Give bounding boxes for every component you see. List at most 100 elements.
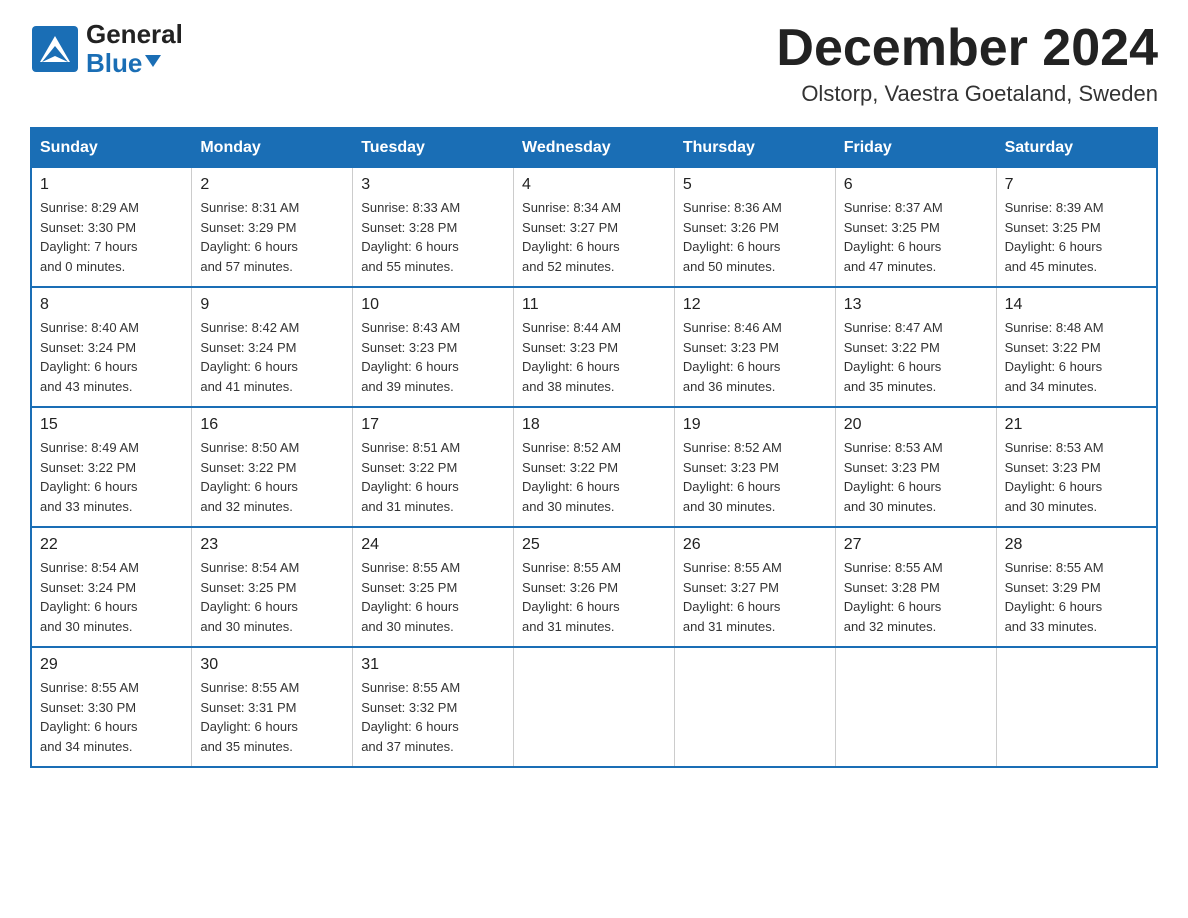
day-number: 14 (1005, 296, 1148, 314)
title-area: December 2024 Olstorp, Vaestra Goetaland… (776, 20, 1158, 107)
day-info: Sunrise: 8:46 AMSunset: 3:23 PMDaylight:… (683, 320, 782, 394)
day-info: Sunrise: 8:37 AMSunset: 3:25 PMDaylight:… (844, 200, 943, 274)
calendar-day-cell: 14 Sunrise: 8:48 AMSunset: 3:22 PMDaylig… (996, 287, 1157, 407)
calendar-day-cell: 13 Sunrise: 8:47 AMSunset: 3:22 PMDaylig… (835, 287, 996, 407)
calendar-header-wednesday: Wednesday (514, 128, 675, 168)
day-info: Sunrise: 8:55 AMSunset: 3:25 PMDaylight:… (361, 560, 460, 634)
day-number: 31 (361, 656, 505, 674)
calendar-day-cell: 18 Sunrise: 8:52 AMSunset: 3:22 PMDaylig… (514, 407, 675, 527)
calendar-day-cell: 21 Sunrise: 8:53 AMSunset: 3:23 PMDaylig… (996, 407, 1157, 527)
day-number: 19 (683, 416, 827, 434)
day-number: 8 (40, 296, 183, 314)
calendar-day-cell: 19 Sunrise: 8:52 AMSunset: 3:23 PMDaylig… (674, 407, 835, 527)
calendar-day-cell: 30 Sunrise: 8:55 AMSunset: 3:31 PMDaylig… (192, 647, 353, 767)
day-info: Sunrise: 8:55 AMSunset: 3:27 PMDaylight:… (683, 560, 782, 634)
day-number: 2 (200, 176, 344, 194)
day-info: Sunrise: 8:44 AMSunset: 3:23 PMDaylight:… (522, 320, 621, 394)
day-number: 27 (844, 536, 988, 554)
day-number: 24 (361, 536, 505, 554)
day-info: Sunrise: 8:55 AMSunset: 3:30 PMDaylight:… (40, 680, 139, 754)
day-number: 5 (683, 176, 827, 194)
logo-label: General Blue (86, 20, 183, 77)
day-info: Sunrise: 8:29 AMSunset: 3:30 PMDaylight:… (40, 200, 139, 274)
day-info: Sunrise: 8:55 AMSunset: 3:28 PMDaylight:… (844, 560, 943, 634)
calendar-header-saturday: Saturday (996, 128, 1157, 168)
calendar-day-cell: 1 Sunrise: 8:29 AMSunset: 3:30 PMDayligh… (31, 168, 192, 288)
calendar-week-row: 8 Sunrise: 8:40 AMSunset: 3:24 PMDayligh… (31, 287, 1157, 407)
day-number: 29 (40, 656, 183, 674)
day-number: 18 (522, 416, 666, 434)
calendar-day-cell: 3 Sunrise: 8:33 AMSunset: 3:28 PMDayligh… (353, 168, 514, 288)
day-info: Sunrise: 8:53 AMSunset: 3:23 PMDaylight:… (844, 440, 943, 514)
day-number: 1 (40, 176, 183, 194)
calendar-header-monday: Monday (192, 128, 353, 168)
day-info: Sunrise: 8:31 AMSunset: 3:29 PMDaylight:… (200, 200, 299, 274)
day-info: Sunrise: 8:48 AMSunset: 3:22 PMDaylight:… (1005, 320, 1104, 394)
day-info: Sunrise: 8:39 AMSunset: 3:25 PMDaylight:… (1005, 200, 1104, 274)
calendar-day-cell: 6 Sunrise: 8:37 AMSunset: 3:25 PMDayligh… (835, 168, 996, 288)
calendar-day-cell: 28 Sunrise: 8:55 AMSunset: 3:29 PMDaylig… (996, 527, 1157, 647)
calendar-week-row: 1 Sunrise: 8:29 AMSunset: 3:30 PMDayligh… (31, 168, 1157, 288)
day-number: 21 (1005, 416, 1148, 434)
day-number: 15 (40, 416, 183, 434)
calendar-header-thursday: Thursday (674, 128, 835, 168)
month-title: December 2024 (776, 20, 1158, 77)
calendar-week-row: 29 Sunrise: 8:55 AMSunset: 3:30 PMDaylig… (31, 647, 1157, 767)
day-info: Sunrise: 8:54 AMSunset: 3:25 PMDaylight:… (200, 560, 299, 634)
calendar-day-cell: 27 Sunrise: 8:55 AMSunset: 3:28 PMDaylig… (835, 527, 996, 647)
day-info: Sunrise: 8:43 AMSunset: 3:23 PMDaylight:… (361, 320, 460, 394)
day-number: 16 (200, 416, 344, 434)
day-info: Sunrise: 8:34 AMSunset: 3:27 PMDaylight:… (522, 200, 621, 274)
calendar-day-cell: 17 Sunrise: 8:51 AMSunset: 3:22 PMDaylig… (353, 407, 514, 527)
day-number: 25 (522, 536, 666, 554)
day-number: 22 (40, 536, 183, 554)
logo-arrow-icon (145, 55, 161, 67)
calendar-header-tuesday: Tuesday (353, 128, 514, 168)
page-header: General Blue December 2024 Olstorp, Vaes… (30, 20, 1158, 107)
logo-icon (30, 24, 80, 74)
day-number: 20 (844, 416, 988, 434)
calendar-day-cell: 26 Sunrise: 8:55 AMSunset: 3:27 PMDaylig… (674, 527, 835, 647)
day-info: Sunrise: 8:55 AMSunset: 3:32 PMDaylight:… (361, 680, 460, 754)
calendar-week-row: 15 Sunrise: 8:49 AMSunset: 3:22 PMDaylig… (31, 407, 1157, 527)
logo-blue-text: Blue (86, 49, 183, 78)
calendar-day-cell: 22 Sunrise: 8:54 AMSunset: 3:24 PMDaylig… (31, 527, 192, 647)
calendar-day-cell: 7 Sunrise: 8:39 AMSunset: 3:25 PMDayligh… (996, 168, 1157, 288)
day-number: 28 (1005, 536, 1148, 554)
calendar-day-cell (996, 647, 1157, 767)
day-info: Sunrise: 8:33 AMSunset: 3:28 PMDaylight:… (361, 200, 460, 274)
calendar-day-cell: 8 Sunrise: 8:40 AMSunset: 3:24 PMDayligh… (31, 287, 192, 407)
calendar-day-cell: 10 Sunrise: 8:43 AMSunset: 3:23 PMDaylig… (353, 287, 514, 407)
day-number: 26 (683, 536, 827, 554)
calendar-day-cell: 23 Sunrise: 8:54 AMSunset: 3:25 PMDaylig… (192, 527, 353, 647)
day-info: Sunrise: 8:52 AMSunset: 3:23 PMDaylight:… (683, 440, 782, 514)
logo-general-text: General (86, 20, 183, 49)
calendar-day-cell: 11 Sunrise: 8:44 AMSunset: 3:23 PMDaylig… (514, 287, 675, 407)
day-info: Sunrise: 8:53 AMSunset: 3:23 PMDaylight:… (1005, 440, 1104, 514)
calendar-day-cell: 4 Sunrise: 8:34 AMSunset: 3:27 PMDayligh… (514, 168, 675, 288)
calendar-week-row: 22 Sunrise: 8:54 AMSunset: 3:24 PMDaylig… (31, 527, 1157, 647)
day-number: 6 (844, 176, 988, 194)
calendar-day-cell: 12 Sunrise: 8:46 AMSunset: 3:23 PMDaylig… (674, 287, 835, 407)
calendar-day-cell (674, 647, 835, 767)
calendar-header-row: SundayMondayTuesdayWednesdayThursdayFrid… (31, 128, 1157, 168)
day-info: Sunrise: 8:50 AMSunset: 3:22 PMDaylight:… (200, 440, 299, 514)
calendar-day-cell: 29 Sunrise: 8:55 AMSunset: 3:30 PMDaylig… (31, 647, 192, 767)
day-number: 30 (200, 656, 344, 674)
day-info: Sunrise: 8:36 AMSunset: 3:26 PMDaylight:… (683, 200, 782, 274)
day-info: Sunrise: 8:52 AMSunset: 3:22 PMDaylight:… (522, 440, 621, 514)
calendar-day-cell: 25 Sunrise: 8:55 AMSunset: 3:26 PMDaylig… (514, 527, 675, 647)
calendar-day-cell: 31 Sunrise: 8:55 AMSunset: 3:32 PMDaylig… (353, 647, 514, 767)
calendar-day-cell: 16 Sunrise: 8:50 AMSunset: 3:22 PMDaylig… (192, 407, 353, 527)
day-number: 4 (522, 176, 666, 194)
calendar-day-cell: 2 Sunrise: 8:31 AMSunset: 3:29 PMDayligh… (192, 168, 353, 288)
location-subtitle: Olstorp, Vaestra Goetaland, Sweden (776, 81, 1158, 107)
day-number: 7 (1005, 176, 1148, 194)
day-info: Sunrise: 8:51 AMSunset: 3:22 PMDaylight:… (361, 440, 460, 514)
calendar-header-friday: Friday (835, 128, 996, 168)
day-number: 17 (361, 416, 505, 434)
calendar-day-cell: 24 Sunrise: 8:55 AMSunset: 3:25 PMDaylig… (353, 527, 514, 647)
calendar-header-sunday: Sunday (31, 128, 192, 168)
day-number: 23 (200, 536, 344, 554)
calendar-day-cell (835, 647, 996, 767)
